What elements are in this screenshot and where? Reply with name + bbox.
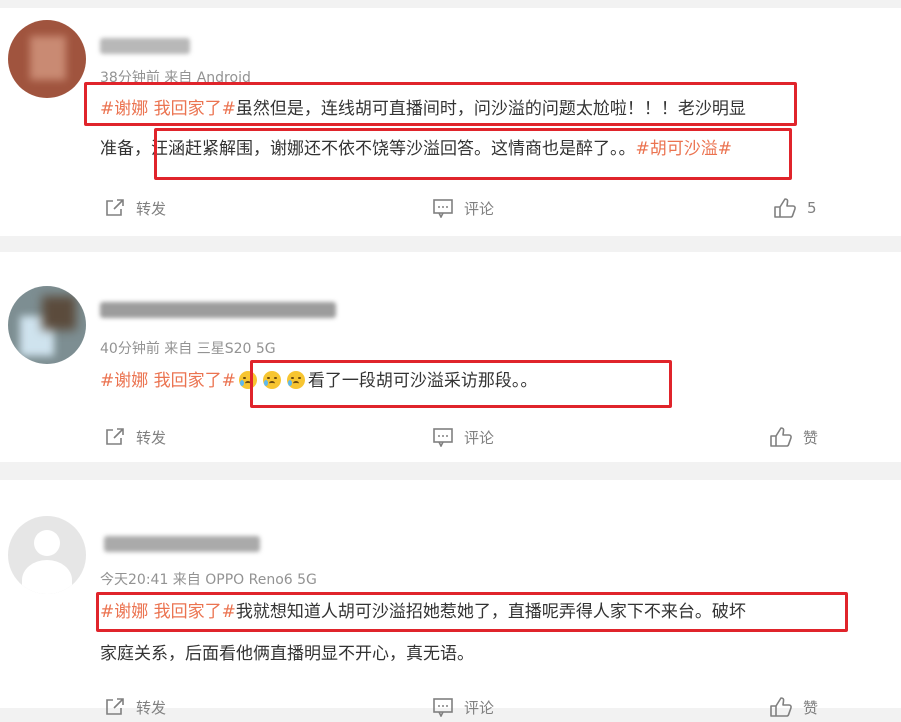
- highlight-box: [84, 82, 797, 126]
- like-button[interactable]: 5: [773, 193, 817, 223]
- username[interactable]: [100, 38, 190, 54]
- like-button[interactable]: 赞: [769, 422, 818, 452]
- repost-button[interactable]: 转发: [104, 422, 166, 452]
- comment-button[interactable]: 评论: [432, 692, 494, 722]
- username[interactable]: [104, 536, 260, 552]
- post-card: 今天20:41 来自 OPPO Reno6 5G #谢娜 我回家了#我就想知道人…: [0, 480, 901, 717]
- comment-button[interactable]: 评论: [432, 193, 494, 223]
- topic-tag[interactable]: #谢娜 我回家了#: [100, 371, 236, 391]
- action-bar: 转发 评论 赞: [0, 692, 901, 722]
- avatar[interactable]: [8, 516, 86, 594]
- comment-icon: [432, 427, 454, 447]
- repost-icon: [104, 427, 126, 447]
- comment-label: 评论: [464, 698, 495, 717]
- post-text-line: 家庭关系，后面看他俩直播明显不开心，真无语。: [100, 643, 474, 665]
- post-meta: 40分钟前 来自 三星S20 5G: [100, 341, 276, 357]
- like-count: 5: [807, 199, 817, 217]
- avatar[interactable]: [8, 286, 86, 364]
- post-card: 40分钟前 来自 三星S20 5G #谢娜 我回家了# 看了一段胡可沙溢采访那段。…: [0, 252, 901, 462]
- like-button[interactable]: 赞: [769, 692, 818, 722]
- comment-label: 评论: [464, 199, 495, 218]
- like-label: 赞: [803, 428, 819, 447]
- repost-label: 转发: [136, 199, 167, 218]
- repost-button[interactable]: 转发: [104, 692, 166, 722]
- post-text: 家庭关系，后面看他俩直播明显不开心，真无语。: [100, 644, 474, 664]
- like-label: 赞: [803, 698, 819, 717]
- highlight-box: [154, 128, 792, 180]
- post-meta: 今天20:41 来自 OPPO Reno6 5G: [100, 572, 317, 588]
- action-bar: 转发 评论 5: [0, 193, 901, 223]
- highlight-box: [250, 360, 672, 408]
- thumbs-up-icon: [773, 197, 797, 219]
- comment-label: 评论: [464, 428, 495, 447]
- repost-icon: [104, 697, 126, 717]
- comment-icon: [432, 198, 454, 218]
- repost-label: 转发: [136, 428, 167, 447]
- post-card: 38分钟前 来自 Android #谢娜 我回家了#虽然但是，连线胡可直播间时，…: [0, 8, 901, 236]
- repost-button[interactable]: 转发: [104, 193, 166, 223]
- highlight-box: [96, 592, 848, 632]
- repost-label: 转发: [136, 698, 167, 717]
- username[interactable]: [100, 302, 336, 318]
- avatar[interactable]: [8, 20, 86, 98]
- action-bar: 转发 评论 赞: [0, 422, 901, 452]
- comment-button[interactable]: 评论: [432, 422, 494, 452]
- repost-icon: [104, 198, 126, 218]
- thumbs-up-icon: [769, 696, 793, 718]
- thumbs-up-icon: [769, 426, 793, 448]
- comment-icon: [432, 697, 454, 717]
